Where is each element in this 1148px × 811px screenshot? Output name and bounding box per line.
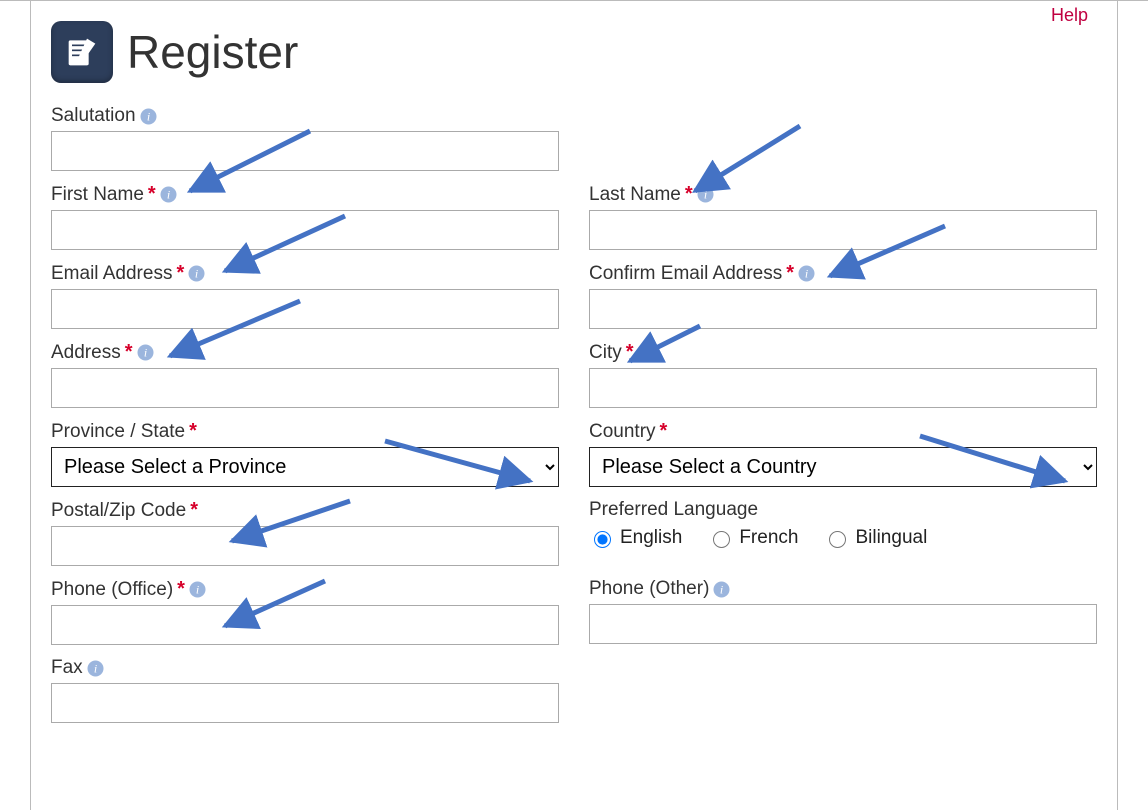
- country-select[interactable]: Please Select a Country: [589, 447, 1097, 487]
- confirm-email-input[interactable]: [589, 289, 1097, 329]
- info-icon[interactable]: i: [713, 581, 730, 598]
- svg-text:i: i: [720, 582, 723, 596]
- svg-text:i: i: [143, 346, 146, 360]
- first-name-label: First Name: [51, 184, 144, 206]
- confirm-email-label: Confirm Email Address: [589, 263, 782, 285]
- info-icon[interactable]: i: [189, 581, 206, 598]
- radio-french-label: French: [739, 527, 798, 549]
- phone-office-label: Phone (Office): [51, 579, 173, 601]
- info-icon[interactable]: i: [697, 186, 714, 203]
- radio-english[interactable]: English: [589, 527, 682, 549]
- last-name-label: Last Name: [589, 184, 681, 206]
- register-icon: [51, 21, 113, 83]
- info-icon[interactable]: i: [798, 265, 815, 282]
- svg-text:i: i: [167, 188, 170, 202]
- field-province: Province / State * Please Select a Provi…: [51, 408, 559, 487]
- svg-text:i: i: [94, 661, 97, 675]
- radio-bilingual[interactable]: Bilingual: [824, 527, 927, 549]
- svg-text:i: i: [704, 188, 707, 202]
- required-asterisk: *: [190, 499, 198, 522]
- last-name-input[interactable]: [589, 210, 1097, 250]
- radio-bilingual-label: Bilingual: [855, 527, 927, 549]
- page-frame: Help Register Salutation i: [0, 0, 1148, 810]
- postal-label: Postal/Zip Code: [51, 500, 186, 522]
- address-label: Address: [51, 342, 121, 364]
- radio-french-input[interactable]: [713, 531, 730, 548]
- page-title: Register: [127, 25, 298, 79]
- field-phone-office: Phone (Office) * i: [51, 566, 559, 645]
- field-address: Address * i: [51, 329, 559, 408]
- info-icon[interactable]: i: [140, 108, 157, 125]
- required-asterisk: *: [685, 183, 693, 206]
- info-icon[interactable]: i: [137, 344, 154, 361]
- info-icon[interactable]: i: [638, 344, 655, 361]
- phone-other-label: Phone (Other): [589, 578, 709, 600]
- svg-text:i: i: [196, 583, 199, 597]
- phone-other-input[interactable]: [589, 604, 1097, 644]
- form-grid: Salutation i First Name * i L: [51, 93, 1097, 723]
- required-asterisk: *: [626, 341, 634, 364]
- phone-office-input[interactable]: [51, 605, 559, 645]
- field-first-name: First Name * i: [51, 171, 559, 250]
- radio-french[interactable]: French: [708, 527, 798, 549]
- email-label: Email Address: [51, 263, 172, 285]
- field-preferred-language: Preferred Language English French Biling…: [589, 487, 1097, 566]
- radio-english-label: English: [620, 527, 682, 549]
- info-icon[interactable]: i: [87, 660, 104, 677]
- svg-text:i: i: [805, 267, 808, 281]
- preferred-language-label: Preferred Language: [589, 499, 758, 521]
- radio-bilingual-input[interactable]: [829, 531, 846, 548]
- field-city: City * i: [589, 329, 1097, 408]
- info-icon[interactable]: i: [188, 265, 205, 282]
- postal-input[interactable]: [51, 526, 559, 566]
- radio-english-input[interactable]: [594, 531, 611, 548]
- salutation-label: Salutation: [51, 105, 136, 127]
- country-label: Country: [589, 421, 656, 443]
- required-asterisk: *: [189, 420, 197, 443]
- field-confirm-email: Confirm Email Address * i: [589, 250, 1097, 329]
- form-container: Register Salutation i First Name *: [30, 1, 1118, 810]
- required-asterisk: *: [177, 578, 185, 601]
- svg-text:i: i: [644, 346, 647, 360]
- first-name-input[interactable]: [51, 210, 559, 250]
- required-asterisk: *: [176, 262, 184, 285]
- fax-input[interactable]: [51, 683, 559, 723]
- field-email: Email Address * i: [51, 250, 559, 329]
- required-asterisk: *: [660, 420, 668, 443]
- email-input[interactable]: [51, 289, 559, 329]
- field-postal: Postal/Zip Code *: [51, 487, 559, 566]
- fax-label: Fax: [51, 657, 83, 679]
- svg-text:i: i: [146, 109, 149, 123]
- city-label: City: [589, 342, 622, 364]
- field-fax: Fax i: [51, 645, 559, 723]
- page-title-row: Register: [51, 21, 1097, 83]
- salutation-input[interactable]: [51, 131, 559, 171]
- info-icon[interactable]: i: [160, 186, 177, 203]
- province-label: Province / State: [51, 421, 185, 443]
- city-input[interactable]: [589, 368, 1097, 408]
- field-phone-other: Phone (Other) i: [589, 566, 1097, 645]
- required-asterisk: *: [125, 341, 133, 364]
- required-asterisk: *: [786, 262, 794, 285]
- field-last-name: Last Name * i: [589, 171, 1097, 250]
- svg-text:i: i: [195, 267, 198, 281]
- required-asterisk: *: [148, 183, 156, 206]
- field-country: Country * Please Select a Country: [589, 408, 1097, 487]
- field-salutation: Salutation i: [51, 93, 559, 171]
- province-select[interactable]: Please Select a Province: [51, 447, 559, 487]
- address-input[interactable]: [51, 368, 559, 408]
